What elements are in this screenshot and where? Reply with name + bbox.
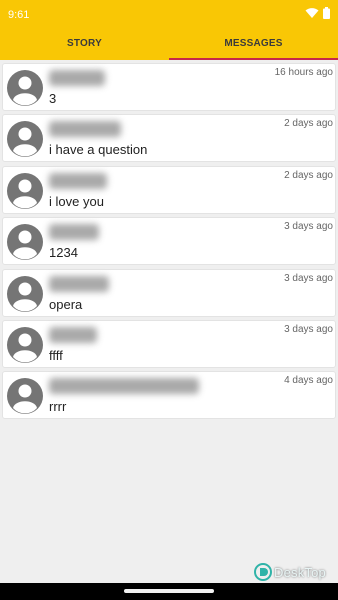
- message-time: 2 days ago: [284, 118, 333, 130]
- avatar-icon: [7, 378, 43, 415]
- contact-name: pqthgt: [49, 70, 105, 86]
- battery-icon: [323, 7, 330, 19]
- list-item[interactable]: fhnsrh_wwdk_fhaeh rrrr 4 days ago: [2, 371, 336, 420]
- message-preview: i have a question: [49, 142, 148, 158]
- watermark-text: DeskTop: [274, 564, 326, 580]
- message-preview: i love you: [49, 193, 104, 209]
- message-time: 3 days ago: [284, 272, 333, 284]
- avatar-icon: [7, 326, 43, 363]
- status-icons: [305, 7, 330, 19]
- avatar-icon: [7, 224, 43, 261]
- message-preview: 3: [49, 91, 57, 106]
- message-time: 4 days ago: [284, 375, 333, 387]
- contact-name: swgaei: [49, 172, 107, 189]
- conversation-list: pqthgt 3 16 hours ago muwwww i have a qu…: [2, 63, 336, 423]
- status-bar: 9:61: [0, 0, 338, 30]
- avatar-icon: [7, 70, 43, 106]
- message-preview: opera: [49, 296, 83, 312]
- avatar-icon: [7, 275, 43, 312]
- contact-name: fhnsrh_wwdk_fhaeh: [49, 378, 199, 395]
- list-item[interactable]: hgyrkg opera 3 days ago: [2, 268, 336, 317]
- list-item[interactable]: brnzhl 1234 3 days ago: [2, 217, 336, 266]
- list-item[interactable]: jnswp ffff 3 days ago: [2, 319, 336, 368]
- message-preview: ffff: [49, 347, 63, 363]
- contact-name: muwwww: [49, 121, 121, 138]
- message-time: 16 hours ago: [274, 67, 333, 78]
- message-time: 3 days ago: [284, 323, 333, 335]
- message-time: 2 days ago: [284, 169, 333, 181]
- message-time: 3 days ago: [284, 221, 333, 233]
- contact-name: hgyrkg: [49, 275, 109, 292]
- wifi-icon: [305, 8, 319, 18]
- message-preview: 1234: [49, 245, 78, 261]
- status-time: 9:61: [8, 9, 30, 21]
- navigation-bar: [0, 583, 338, 600]
- tab-bar: STORY MESSAGES: [0, 30, 338, 60]
- list-item[interactable]: muwwww i have a question 2 days ago: [2, 114, 336, 163]
- watermark: DeskTop: [254, 563, 326, 581]
- tab-messages[interactable]: MESSAGES: [169, 30, 338, 60]
- list-item[interactable]: pqthgt 3 16 hours ago: [2, 63, 336, 111]
- contact-name: jnswp: [49, 326, 97, 343]
- message-preview: rrrr: [49, 399, 67, 415]
- desktop-logo-icon: [254, 563, 272, 581]
- contact-name: brnzhl: [49, 224, 99, 241]
- home-handle[interactable]: [124, 589, 214, 593]
- avatar-icon: [7, 121, 43, 158]
- list-item[interactable]: swgaei i love you 2 days ago: [2, 165, 336, 214]
- avatar-icon: [7, 172, 43, 209]
- tab-story[interactable]: STORY: [0, 30, 169, 60]
